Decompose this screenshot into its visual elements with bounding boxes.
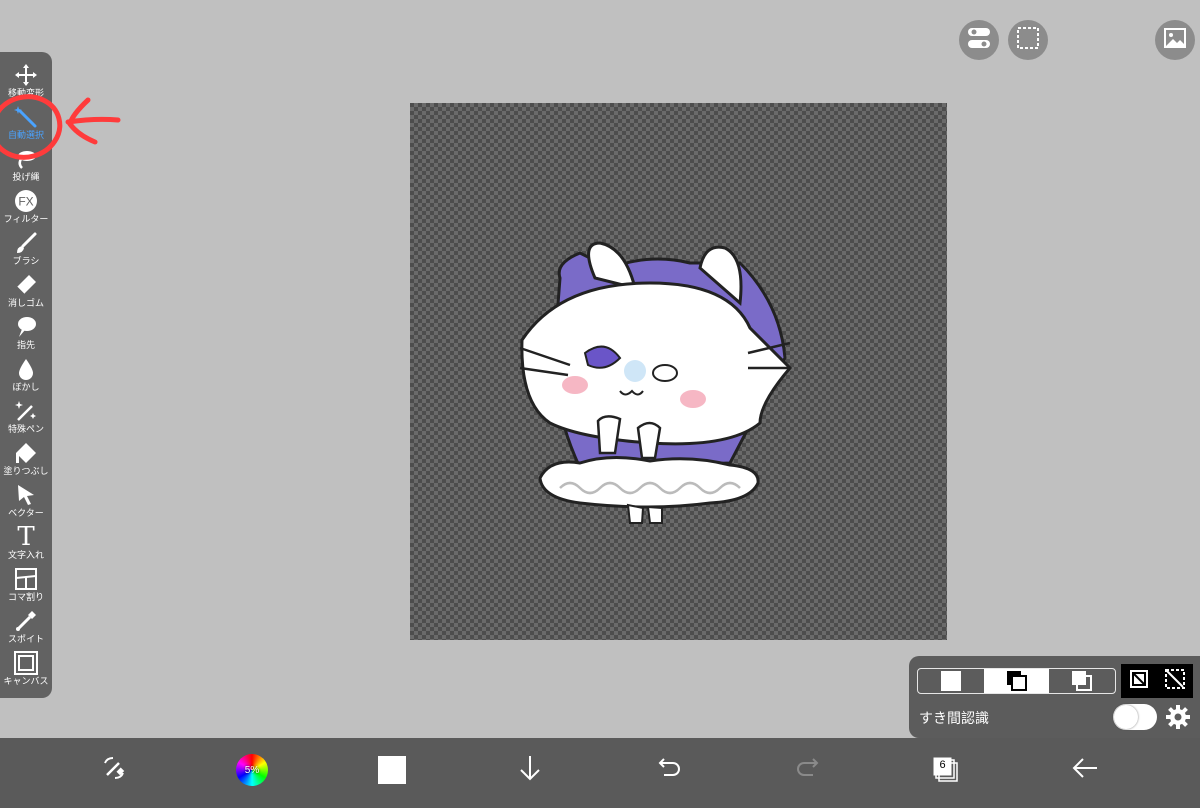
tool-eyedropper[interactable]: スポイト bbox=[0, 608, 52, 650]
selection-button[interactable] bbox=[1008, 20, 1048, 60]
current-color-swatch[interactable] bbox=[370, 748, 414, 792]
magic-wand-icon bbox=[13, 104, 39, 130]
tool-label: キャンバス bbox=[3, 677, 49, 687]
tool-label: 文字入れ bbox=[7, 551, 44, 561]
tool-fill[interactable]: 塗りつぶし bbox=[0, 440, 52, 482]
panel-icon bbox=[13, 566, 39, 592]
tool-label: 特殊ペン bbox=[7, 425, 44, 435]
tool-label: フィルター bbox=[3, 215, 49, 225]
gallery-button[interactable] bbox=[1155, 20, 1195, 60]
brush-size-label: 5% bbox=[244, 764, 260, 776]
tool-label: スポイト bbox=[7, 635, 44, 645]
eraser-icon bbox=[13, 272, 39, 298]
tool-eraser[interactable]: 消しゴム bbox=[0, 272, 52, 314]
toggle-panel-button[interactable] bbox=[959, 20, 999, 60]
tool-label: ベクター bbox=[8, 509, 44, 519]
tool-label: 塗りつぶし bbox=[3, 467, 49, 477]
tool-vector[interactable]: ベクター bbox=[0, 482, 52, 524]
white-square-icon bbox=[940, 671, 961, 691]
tool-blur[interactable]: ぼかし bbox=[0, 356, 52, 398]
selection-clear-icon[interactable] bbox=[1164, 668, 1186, 694]
tool-label: 移動変形 bbox=[7, 89, 44, 99]
arrow-down-icon bbox=[518, 754, 542, 786]
drop-icon bbox=[13, 356, 39, 382]
segment-layer[interactable] bbox=[983, 669, 1050, 693]
undo-icon bbox=[656, 757, 682, 783]
sparkle-pen-icon bbox=[13, 398, 39, 424]
tool-special-pen[interactable]: 特殊ペン bbox=[0, 398, 52, 440]
canvas-icon bbox=[13, 650, 39, 676]
color-wheel-button[interactable]: 5% bbox=[230, 748, 274, 792]
fx-icon: FX bbox=[13, 188, 39, 214]
download-button[interactable] bbox=[508, 748, 552, 792]
tool-frame[interactable]: コマ割り bbox=[0, 566, 52, 608]
segment-below[interactable] bbox=[1049, 669, 1115, 693]
layer-stack-icon bbox=[1006, 671, 1027, 691]
arrow-left-icon bbox=[1071, 757, 1099, 783]
quick-switch-button[interactable] bbox=[92, 748, 136, 792]
dashed-selection-icon bbox=[1016, 26, 1040, 54]
tool-auto-select[interactable]: 自動選択 bbox=[0, 104, 52, 146]
toggle-switches-icon bbox=[967, 27, 991, 53]
text-icon: T bbox=[17, 522, 35, 552]
finger-icon bbox=[13, 314, 39, 340]
left-toolbar: 移動変形 自動選択 投げ縄 FX フィルター ブラシ 消しゴム 指先 ぼかし 特… bbox=[0, 52, 52, 698]
eyedropper-icon bbox=[13, 608, 39, 634]
tool-label: 指先 bbox=[16, 341, 35, 351]
tool-label: 自動選択 bbox=[7, 131, 44, 141]
layers-icon: 6 bbox=[933, 757, 959, 783]
tool-canvas[interactable]: キャンバス bbox=[0, 650, 52, 692]
gap-detection-toggle[interactable] bbox=[1113, 704, 1157, 730]
brush-icon bbox=[13, 230, 39, 256]
gap-detection-label: すき間認識 bbox=[919, 711, 989, 727]
tool-text[interactable]: T 文字入れ bbox=[0, 524, 52, 566]
toggle-knob bbox=[1114, 705, 1138, 729]
segment-canvas[interactable] bbox=[918, 669, 984, 693]
tool-lasso[interactable]: 投げ縄 bbox=[0, 146, 52, 188]
tool-brush[interactable]: ブラシ bbox=[0, 230, 52, 272]
move-icon bbox=[13, 62, 39, 88]
tool-move[interactable]: 移動変形 bbox=[0, 62, 52, 104]
layer-count: 6 bbox=[939, 759, 946, 771]
gear-icon[interactable] bbox=[1165, 704, 1191, 734]
bottom-bar: 5% 6 bbox=[0, 738, 1200, 808]
tool-label: ぼかし bbox=[12, 383, 40, 393]
reference-segmented-control[interactable] bbox=[917, 668, 1116, 694]
bucket-icon bbox=[13, 440, 39, 466]
layers-button[interactable]: 6 bbox=[924, 748, 968, 792]
back-button[interactable] bbox=[1063, 748, 1107, 792]
tool-label: ブラシ bbox=[12, 257, 40, 267]
brush-eraser-swap-icon bbox=[101, 755, 127, 785]
lasso-icon bbox=[13, 146, 39, 172]
cursor-arrow-icon bbox=[13, 482, 39, 508]
color-swatch bbox=[378, 756, 406, 784]
redo-icon bbox=[795, 757, 821, 783]
tool-filter[interactable]: FX フィルター bbox=[0, 188, 52, 230]
bunny-artwork bbox=[519, 241, 793, 524]
tool-smudge[interactable]: 指先 bbox=[0, 314, 52, 356]
gallery-icon bbox=[1163, 26, 1187, 54]
redo-button[interactable] bbox=[786, 748, 830, 792]
layer-below-icon bbox=[1072, 671, 1093, 691]
tool-label: 消しゴム bbox=[7, 299, 44, 309]
svg-text:FX: FX bbox=[18, 195, 33, 209]
undo-button[interactable] bbox=[647, 748, 691, 792]
color-wheel-icon: 5% bbox=[236, 754, 268, 786]
selection-options-panel: すき間認識 bbox=[909, 656, 1200, 738]
tool-label: 投げ縄 bbox=[12, 173, 40, 183]
drawing-canvas[interactable] bbox=[410, 103, 947, 640]
selection-mode-group bbox=[1121, 664, 1193, 698]
tool-label: コマ割り bbox=[7, 593, 44, 603]
selection-invert-icon[interactable] bbox=[1128, 668, 1150, 694]
